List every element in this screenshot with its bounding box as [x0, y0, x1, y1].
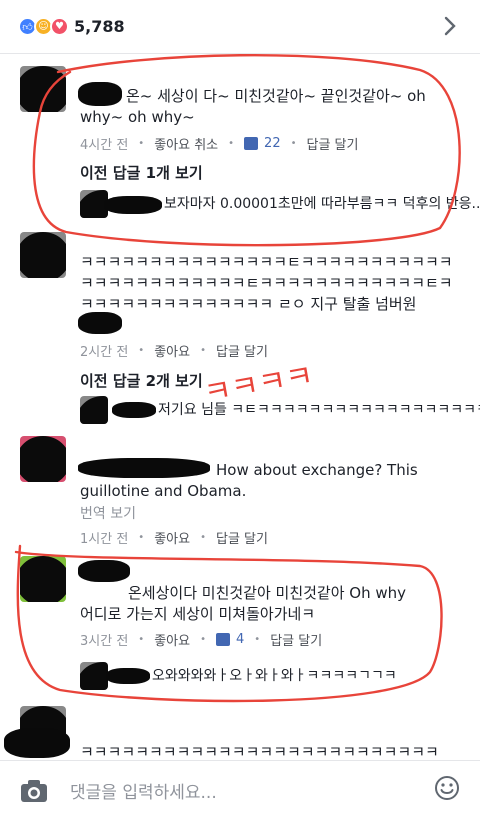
comment-text: why~ oh why~: [80, 108, 195, 126]
redacted-name: [104, 196, 162, 214]
redacted-name: [4, 728, 70, 758]
timestamp: 2시간 전: [80, 345, 129, 360]
avatar[interactable]: [20, 232, 66, 278]
comment-text: guillotine and Obama.: [80, 482, 247, 500]
comment-text: ㅋㅋㅋㅋㅋㅋㅋㅋㅋㅋㅋㅋㅋㅋㅋㅌㅋㅋㅋㅋㅋㅋㅋㅋㅋㅋㅋ: [80, 253, 453, 271]
redacted-name: [78, 560, 130, 582]
sticker-icon[interactable]: [434, 775, 460, 801]
comment-text: How about exchange? This: [216, 461, 418, 479]
reply-avatar[interactable]: [80, 396, 108, 424]
reaction-count: 5,788: [74, 17, 125, 36]
like-count-icon: [244, 137, 259, 150]
reply-button[interactable]: 답글 달기: [270, 630, 322, 649]
redacted-name: [78, 312, 122, 334]
avatar[interactable]: [20, 556, 66, 602]
timestamp: 4시간 전: [80, 138, 129, 153]
comment-meta: 4시간 전 • 좋아요 취소 • 22 • 답글 달기: [80, 134, 359, 153]
comment-composer: 댓글을 입력하세요...: [0, 760, 480, 821]
avatar[interactable]: [20, 436, 66, 482]
timestamp: 1시간 전: [80, 532, 129, 547]
reactions-bar[interactable]: 👍︎ ☺ ♥ 5,788: [0, 0, 480, 54]
like-count[interactable]: 22: [264, 136, 281, 151]
avatar[interactable]: [20, 66, 66, 112]
comment-meta: 1시간 전 • 좋아요 • 답글 달기: [80, 528, 268, 547]
redacted-name: [106, 668, 150, 684]
redacted-name: [112, 402, 156, 418]
like-button[interactable]: 좋아요: [154, 630, 190, 649]
reply-preview[interactable]: 오와와와와ㅏ오ㅏ와ㅏ와ㅏㅋㅋㅋㅋㄱㄱㅋ: [152, 666, 397, 687]
redacted-name: [78, 458, 210, 478]
comment-text: 온세상이다 미친것같아 미친것같아 Oh why: [128, 584, 407, 602]
reply-button[interactable]: 답글 달기: [307, 134, 359, 153]
comment-text: 온~ 세상이 다~ 미친것같아~ 끝인것같아~ oh: [126, 87, 426, 105]
comment-meta: 3시간 전 • 좋아요 • 4 • 답글 달기: [80, 630, 323, 649]
like-button[interactable]: 좋아요: [154, 341, 190, 360]
love-icon: ♥: [50, 17, 69, 36]
like-count[interactable]: 4: [236, 632, 244, 647]
reply-preview[interactable]: 저기요 님들 ㅋㅌㅋㅋㅋㅋㅋㅋㅋㅋㅋㅋㅋㅋㅋㅋㅋㅋㅋㅋ...: [158, 400, 480, 421]
reply-avatar[interactable]: [80, 662, 108, 690]
chevron-right-icon[interactable]: [440, 14, 460, 38]
comment-text: ㅋㅋㅋㅋㅋㅋㅋㅋㅋㅋㅋㅋㅋㅋ ㄹㅇ 지구 탈출 넘버원: [80, 295, 417, 313]
comment-meta: 2시간 전 • 좋아요 • 답글 달기: [80, 341, 268, 360]
timestamp: 3시간 전: [80, 634, 129, 649]
camera-icon[interactable]: [20, 779, 48, 803]
translate-link[interactable]: 번역 보기: [80, 503, 136, 523]
like-count-icon: [216, 633, 230, 646]
comment-input[interactable]: 댓글을 입력하세요...: [70, 778, 217, 803]
view-previous-replies[interactable]: 이전 답글 1개 보기: [80, 162, 203, 183]
reply-button[interactable]: 답글 달기: [216, 528, 268, 547]
like-button[interactable]: 좋아요: [154, 528, 190, 547]
comment-text: ㅋㅋㅋㅋㅋㅋㅋㅋㅋㅋㅋㅋㅌㅋㅋㅋㅋㅋㅋㅋㅋㅋㅋㅋㅋㅌㅋ: [80, 274, 453, 292]
reply-preview[interactable]: 보자마자 0.00001초만에 따라부름ㅋㅋ 덕후의 반응...: [164, 194, 480, 215]
comment-text: 어디로 가는지 세상이 미쳐돌아가네ㅋ: [80, 605, 316, 623]
reply-button[interactable]: 답글 달기: [216, 341, 268, 360]
view-previous-replies[interactable]: 이전 답글 2개 보기: [80, 370, 203, 391]
unlike-button[interactable]: 좋아요 취소: [154, 134, 218, 153]
redacted-name: [78, 82, 122, 106]
reaction-icons: 👍︎ ☺ ♥: [18, 17, 69, 36]
